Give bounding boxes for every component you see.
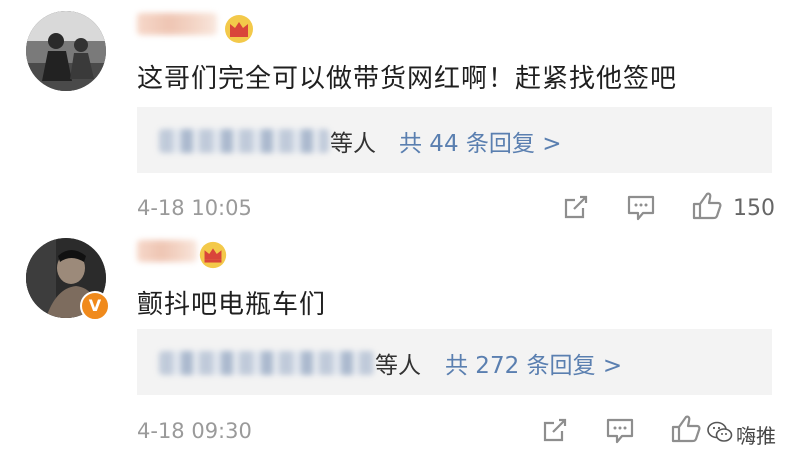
comment-icon[interactable]: [605, 417, 635, 445]
avatar[interactable]: [26, 11, 106, 91]
avatar-image: [26, 11, 106, 91]
wechat-icon: [707, 421, 733, 442]
crown-icon: [199, 241, 227, 269]
comment-1: 这哥们完全可以做带货网红啊！赶紧找他签吧 等人 共 44 条回复 > 4-18 …: [0, 0, 800, 230]
username-blurred[interactable]: [137, 240, 197, 262]
reply-summary-box[interactable]: 等人 共 44 条回复 >: [137, 107, 772, 173]
comment-icon[interactable]: [626, 194, 656, 222]
reply-summary-box[interactable]: 等人 共 272 条回复 >: [137, 329, 772, 395]
comment-text: 这哥们完全可以做带货网红啊！赶紧找他签吧: [137, 64, 678, 94]
like-icon[interactable]: [691, 191, 723, 221]
username-blurred[interactable]: [137, 13, 217, 35]
like-count: 150: [733, 196, 775, 221]
verified-badge: V: [80, 291, 110, 321]
share-icon[interactable]: [562, 193, 590, 221]
timestamp: 4-18 09:30: [137, 419, 252, 443]
like-icon[interactable]: [670, 414, 702, 444]
crown-icon: [225, 15, 253, 43]
reply-users-suffix: 等人: [375, 353, 421, 379]
timestamp: 4-18 10:05: [137, 196, 252, 220]
reply-count-link[interactable]: 共 272 条回复 >: [445, 346, 622, 380]
reply-count-link[interactable]: 共 44 条回复 >: [399, 124, 561, 158]
reply-users-blurred: [159, 129, 329, 153]
reply-users-blurred: [159, 351, 374, 375]
watermark-text: 嗨推: [736, 424, 776, 448]
comment-2: V 颤抖吧电瓶车们 等人 共 272 条回复 > 4-18 09:30 嗨推: [0, 230, 800, 467]
comment-text: 颤抖吧电瓶车们: [137, 290, 327, 320]
reply-users-suffix: 等人: [330, 131, 376, 157]
share-icon[interactable]: [541, 416, 569, 444]
